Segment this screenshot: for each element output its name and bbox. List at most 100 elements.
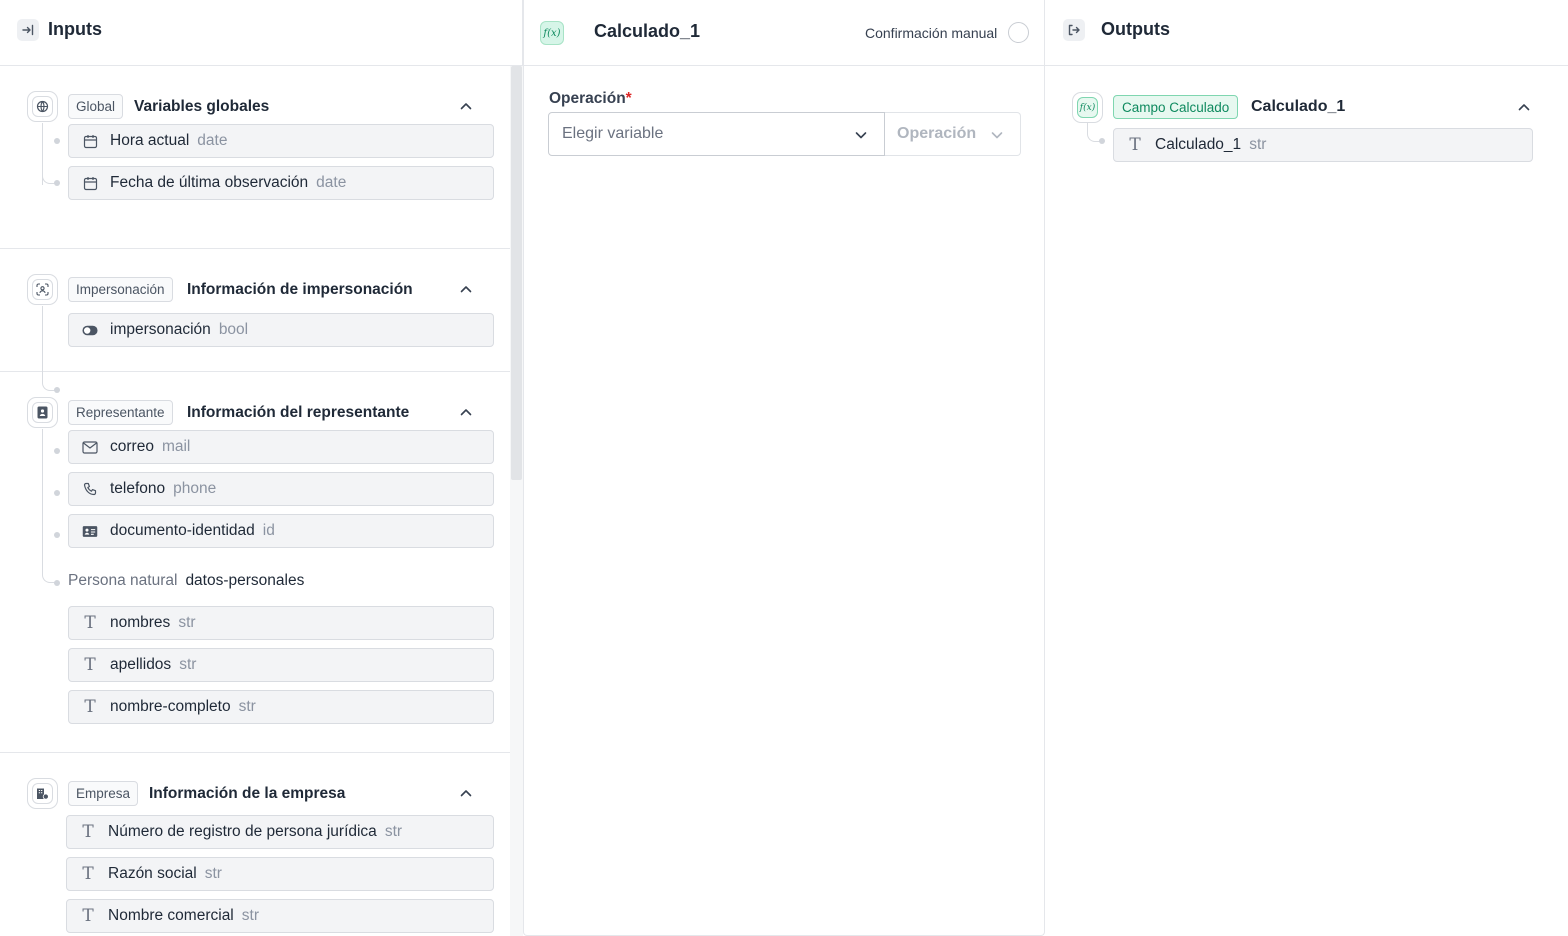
item-type: bool	[218, 321, 249, 338]
item-label: impersonación	[110, 321, 211, 338]
tree-dot	[54, 448, 60, 454]
input-item-nombre-completo[interactable]: T nombre-completo str	[68, 690, 494, 724]
item-type: str	[1249, 136, 1267, 153]
input-item-nombres[interactable]: T nombres str	[68, 606, 494, 640]
collapse-chevron-icon[interactable]	[459, 99, 473, 113]
text-type-icon: T	[82, 863, 94, 884]
section-badge: Empresa	[68, 781, 139, 806]
item-label: Razón social	[108, 865, 197, 882]
text-type-icon: T	[82, 821, 94, 842]
item-label: Hora actual	[110, 132, 190, 149]
chevron-down-icon	[855, 132, 867, 139]
input-item-impersonacion[interactable]: impersonación bool	[68, 313, 494, 347]
outputs-header: Outputs	[1045, 0, 1568, 66]
item-label: telefono	[110, 480, 166, 497]
operation-label: Operación*	[549, 90, 632, 107]
item-type: str	[241, 907, 259, 924]
user-badge-icon	[27, 397, 58, 428]
mail-icon	[82, 439, 98, 455]
item-label: apellidos	[110, 656, 172, 673]
collapse-chevron-icon[interactable]	[459, 405, 473, 419]
input-item-razon-social[interactable]: T Razón social str	[66, 857, 494, 891]
item-label: Calculado_1	[1155, 136, 1242, 153]
collapse-chevron-icon[interactable]	[459, 282, 473, 296]
item-type: date	[316, 174, 347, 191]
section-global: Global Variables globales Hora actual da…	[0, 66, 510, 249]
inputs-header: Inputs	[0, 0, 522, 66]
output-badge: Campo Calculado	[1113, 95, 1239, 119]
text-type-icon: T	[84, 654, 96, 675]
text-type-icon: T	[84, 612, 96, 633]
subgroup-datos-personales[interactable]: Persona natural datos-personales	[68, 572, 304, 590]
outputs-title: Outputs	[1101, 19, 1170, 39]
manual-confirmation-label: Confirmación manual	[865, 25, 998, 41]
editor-panel: f(x) Calculado_1 Confirmación manual Ope…	[523, 0, 1045, 936]
input-item-documento-identidad[interactable]: documento-identidad id	[68, 514, 494, 548]
item-label: nombre-completo	[110, 698, 231, 715]
scrollbar-thumb[interactable]	[511, 66, 522, 480]
chevron-down-icon	[991, 132, 1003, 139]
id-card-icon	[82, 523, 98, 539]
section-representante: Representante Información del representa…	[0, 372, 510, 753]
sign-in-icon	[17, 19, 39, 41]
calendar-icon	[82, 133, 98, 149]
tree-dot	[1099, 138, 1105, 144]
phone-icon	[82, 481, 98, 497]
item-type: str	[178, 614, 196, 631]
editor-title: Calculado_1	[594, 21, 701, 41]
operation-select[interactable]: Operación	[885, 112, 1021, 156]
item-type: id	[262, 522, 275, 539]
item-type: str	[384, 823, 403, 840]
globe-icon	[27, 91, 58, 122]
tree-dot	[54, 138, 60, 144]
tree-connector	[42, 123, 56, 184]
input-item-telefono[interactable]: telefono phone	[68, 472, 494, 506]
variable-select[interactable]: Elegir variable	[548, 112, 885, 156]
item-type: phone	[173, 480, 217, 497]
function-node-icon: f(x)	[1072, 92, 1103, 123]
face-scan-icon	[27, 274, 58, 305]
operation-select-placeholder: Operación	[897, 125, 977, 142]
toggle-icon	[82, 322, 98, 338]
section-title: Información de la empresa	[149, 785, 346, 802]
input-item-numero-registro[interactable]: T Número de registro de persona jurídica…	[66, 815, 494, 849]
item-label: documento-identidad	[110, 522, 255, 539]
building-icon	[27, 778, 58, 809]
item-label: Fecha de última observación	[110, 174, 309, 191]
calendar-icon	[82, 175, 98, 191]
outputs-panel: Outputs f(x) Campo Calculado Calculado_1…	[1045, 0, 1568, 936]
input-item-apellidos[interactable]: T apellidos str	[68, 648, 494, 682]
text-type-icon: T	[82, 905, 94, 926]
section-title: Información de impersonación	[187, 281, 413, 298]
function-icon: f(x)	[540, 21, 564, 45]
input-item-correo[interactable]: correo mail	[68, 430, 494, 464]
tree-dot	[54, 180, 60, 186]
required-mark: *	[625, 90, 632, 107]
item-type: mail	[161, 438, 191, 455]
manual-confirmation-toggle[interactable]	[1008, 22, 1029, 43]
section-empresa: Empresa Información de la empresa T Núme…	[0, 753, 510, 936]
section-impersonacion: Impersonación Información de impersonaci…	[0, 249, 510, 393]
subgroup-kind: Persona natural	[68, 572, 178, 589]
collapse-chevron-icon[interactable]	[1517, 100, 1531, 114]
collapse-chevron-icon[interactable]	[459, 786, 473, 800]
input-item-nombre-comercial[interactable]: T Nombre comercial str	[66, 899, 494, 933]
input-item-fecha-ultima-observacion[interactable]: Fecha de última observación date	[68, 166, 494, 200]
item-label: Número de registro de persona jurídica	[108, 823, 377, 840]
variable-select-placeholder: Elegir variable	[562, 125, 664, 142]
tree-dot	[54, 580, 60, 586]
item-label: nombres	[110, 614, 171, 631]
subgroup-name: datos-personales	[185, 572, 305, 589]
item-type: str	[204, 865, 222, 882]
section-title: Información del representante	[187, 404, 410, 421]
inputs-scroll-area[interactable]: Global Variables globales Hora actual da…	[0, 66, 510, 936]
output-item-calculado[interactable]: T Calculado_1 str	[1113, 128, 1533, 162]
item-type: date	[197, 132, 228, 149]
item-type: str	[179, 656, 197, 673]
input-item-hora-actual[interactable]: Hora actual date	[68, 124, 494, 158]
section-badge: Global	[68, 94, 124, 119]
inputs-panel: Inputs Global Variables globales Hora ac…	[0, 0, 523, 936]
editor-header: f(x) Calculado_1 Confirmación manual	[524, 0, 1044, 66]
text-type-icon: T	[84, 696, 96, 717]
item-label: correo	[110, 438, 154, 455]
